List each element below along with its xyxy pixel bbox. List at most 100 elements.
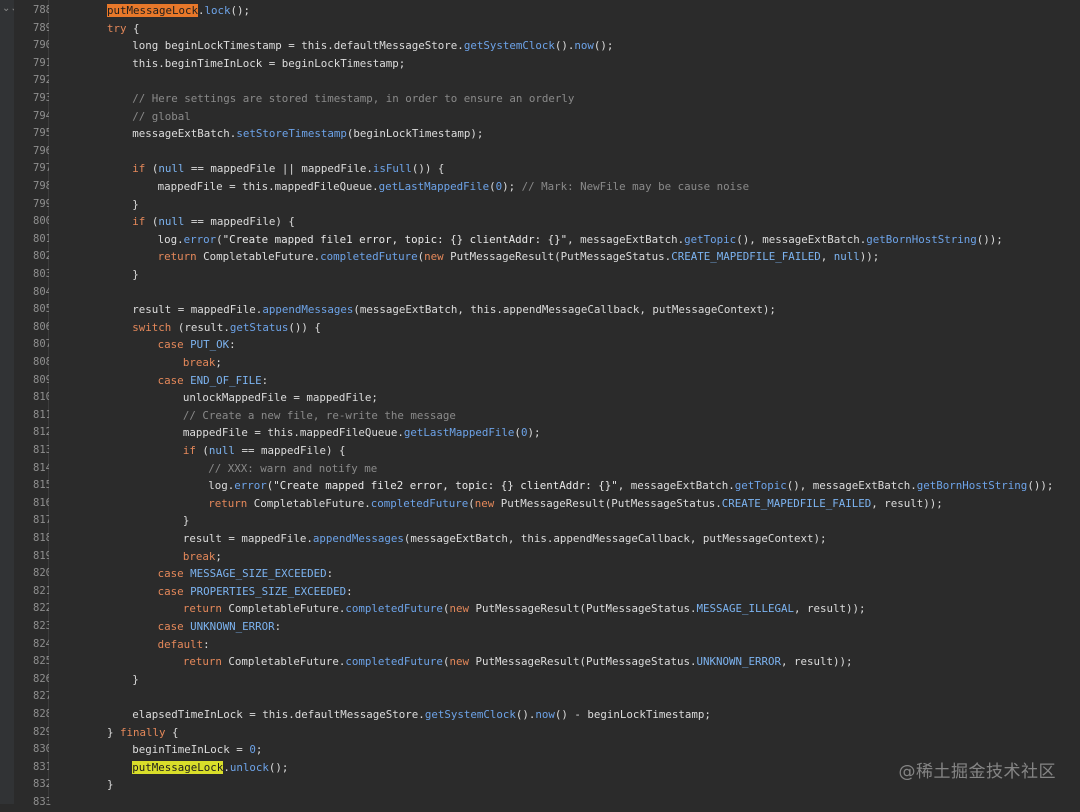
- line-number: 824: [33, 637, 52, 650]
- line-number: 794: [33, 109, 52, 122]
- code-token: log.: [208, 479, 235, 493]
- line-number: 803: [33, 268, 52, 280]
- line-number: 809: [33, 373, 52, 386]
- code-line[interactable]: case PUT_OK:: [49, 336, 1080, 354]
- code-line[interactable]: case UNKNOWN_ERROR:: [49, 618, 1080, 636]
- code-token: (), messageExtBatch.: [736, 232, 867, 246]
- line-number: 796: [33, 144, 52, 157]
- code-line-text: mappedFile = this.mappedFileQueue.getLas…: [183, 424, 541, 442]
- code-line-text: case UNKNOWN_ERROR:: [158, 618, 282, 636]
- code-token: PutMessageResult(PutMessageStatus.: [494, 496, 722, 510]
- code-line[interactable]: result = mappedFile.appendMessages(messa…: [49, 530, 1080, 548]
- code-line[interactable]: mappedFile = this.mappedFileQueue.getLas…: [49, 424, 1080, 442]
- code-line[interactable]: switch (result.getStatus()) {: [49, 319, 1080, 337]
- code-token: (), messageExtBatch.: [786, 479, 917, 493]
- code-line[interactable]: return CompletableFuture.completedFuture…: [49, 495, 1080, 513]
- code-line[interactable]: if (null == mappedFile) {: [49, 213, 1080, 231]
- code-line[interactable]: [49, 688, 1080, 706]
- code-line[interactable]: }: [49, 266, 1080, 284]
- code-line[interactable]: unlockMappedFile = mappedFile;: [49, 389, 1080, 407]
- code-line[interactable]: result = mappedFile.appendMessages(messa…: [49, 301, 1080, 319]
- code-token: :: [326, 567, 334, 581]
- code-line[interactable]: case END_OF_FILE:: [49, 372, 1080, 390]
- code-token: elapsedTimeInLock = this.defaultMessageS…: [132, 708, 425, 721]
- code-token: ().: [554, 39, 575, 53]
- code-line-text: // XXX: warn and notify me: [208, 460, 377, 478]
- code-line[interactable]: case PROPERTIES_SIZE_EXCEEDED:: [49, 583, 1080, 601]
- code-token: CompletableFuture.: [221, 602, 346, 616]
- code-line[interactable]: }: [49, 196, 1080, 214]
- code-line[interactable]: // global: [49, 108, 1080, 126]
- code-line[interactable]: if (null == mappedFile || mappedFile.isF…: [49, 160, 1080, 178]
- code-token: null: [208, 444, 235, 457]
- line-number: 832: [33, 778, 52, 791]
- code-token: getLastMappedFile: [378, 180, 490, 193]
- code-line[interactable]: this.beginTimeInLock = beginLockTimestam…: [49, 55, 1080, 73]
- code-token: unlock: [229, 760, 269, 774]
- code-line[interactable]: [49, 72, 1080, 90]
- code-token: UNKNOWN_ERROR: [696, 655, 781, 669]
- code-line[interactable]: case MESSAGE_SIZE_EXCEEDED:: [49, 565, 1080, 583]
- code-line[interactable]: break;: [49, 548, 1080, 566]
- code-line[interactable]: putMessageLock.lock();: [49, 2, 1080, 20]
- code-line-text: if (null == mappedFile) {: [183, 442, 346, 460]
- code-line[interactable]: [49, 143, 1080, 161]
- code-line[interactable]: [49, 284, 1080, 302]
- code-line-text: if (null == mappedFile || mappedFile.isF…: [132, 160, 444, 178]
- code-token: , result));: [794, 602, 866, 616]
- code-line[interactable]: elapsedTimeInLock = this.defaultMessageS…: [49, 706, 1080, 724]
- code-line[interactable]: log.error("Create mapped file1 error, to…: [49, 231, 1080, 249]
- code-line[interactable]: return CompletableFuture.completedFuture…: [49, 600, 1080, 618]
- code-line[interactable]: if (null == mappedFile) {: [49, 442, 1080, 460]
- code-line[interactable]: try {: [49, 20, 1080, 38]
- code-line[interactable]: } finally {: [49, 724, 1080, 742]
- code-line[interactable]: // XXX: warn and notify me: [49, 460, 1080, 478]
- code-line[interactable]: long beginLockTimestamp = this.defaultMe…: [49, 37, 1080, 55]
- code-token: null: [158, 162, 185, 176]
- code-token: case: [157, 620, 184, 633]
- code-token: "Create mapped file2 error, topic: {} cl…: [273, 479, 618, 493]
- code-line-text: case MESSAGE_SIZE_EXCEEDED:: [158, 565, 334, 583]
- code-line-text: unlockMappedFile = mappedFile;: [183, 389, 378, 407]
- code-token: // Create a new file, re-write the messa…: [182, 408, 456, 422]
- code-line[interactable]: log.error("Create mapped file2 error, to…: [49, 477, 1080, 495]
- code-line-text: // Create a new file, re-write the messa…: [183, 407, 456, 425]
- code-line-text: // global: [132, 108, 191, 126]
- line-number: 812: [33, 426, 52, 439]
- code-token: , result));: [781, 655, 853, 669]
- code-token: PutMessageResult(PutMessageStatus.: [468, 602, 697, 616]
- code-line-text: putMessageLock.unlock();: [132, 759, 288, 777]
- line-number: 798: [33, 180, 52, 192]
- code-line[interactable]: break;: [49, 354, 1080, 372]
- code-line[interactable]: return CompletableFuture.completedFuture…: [49, 653, 1080, 671]
- line-number: 816: [33, 496, 52, 509]
- line-number: 797: [33, 162, 52, 175]
- code-token: ();: [593, 39, 614, 53]
- code-token: (messageExtBatch, this.appendMessageCall…: [353, 303, 776, 317]
- code-line-text: this.beginTimeInLock = beginLockTimestam…: [132, 55, 405, 73]
- line-number-gutter: 788 789 790 791 792 793 794 795 796 797 798 799 800 8…: [14, 0, 52, 808]
- code-token: "Create mapped file1 error, topic: {} cl…: [222, 232, 568, 246]
- code-line[interactable]: // Create a new file, re-write the messa…: [49, 407, 1080, 425]
- code-line-text: if (null == mappedFile) {: [132, 213, 295, 231]
- code-line-text: case END_OF_FILE:: [158, 372, 269, 390]
- code-line[interactable]: }: [49, 512, 1080, 530]
- code-token: (: [145, 215, 159, 229]
- code-line[interactable]: mappedFile = this.mappedFileQueue.getLas…: [49, 178, 1080, 196]
- code-token: null: [833, 250, 860, 264]
- code-area[interactable]: putMessageLock.lock(); try {long beginLoc…: [49, 0, 1080, 804]
- code-line[interactable]: messageExtBatch.setStoreTimestamp(beginL…: [49, 125, 1080, 143]
- code-token: ());: [1027, 479, 1054, 493]
- code-line-text: return CompletableFuture.completedFuture…: [208, 495, 943, 513]
- code-token: now: [574, 39, 594, 53]
- code-token: default: [157, 637, 204, 651]
- code-token: }: [132, 672, 139, 686]
- code-line[interactable]: // Here settings are stored timestamp, i…: [49, 90, 1080, 108]
- code-token: == mappedFile) {: [184, 215, 295, 229]
- code-line[interactable]: default:: [49, 636, 1080, 654]
- code-line[interactable]: }: [49, 671, 1080, 689]
- code-editor[interactable]: ⌄⌄ 788 789 790 791 792 793 794 795 796 797 798 799 8…: [0, 0, 1080, 808]
- code-line[interactable]: [49, 794, 1080, 812]
- code-line[interactable]: return CompletableFuture.completedFuture…: [49, 248, 1080, 266]
- code-token: appendMessages: [312, 532, 404, 545]
